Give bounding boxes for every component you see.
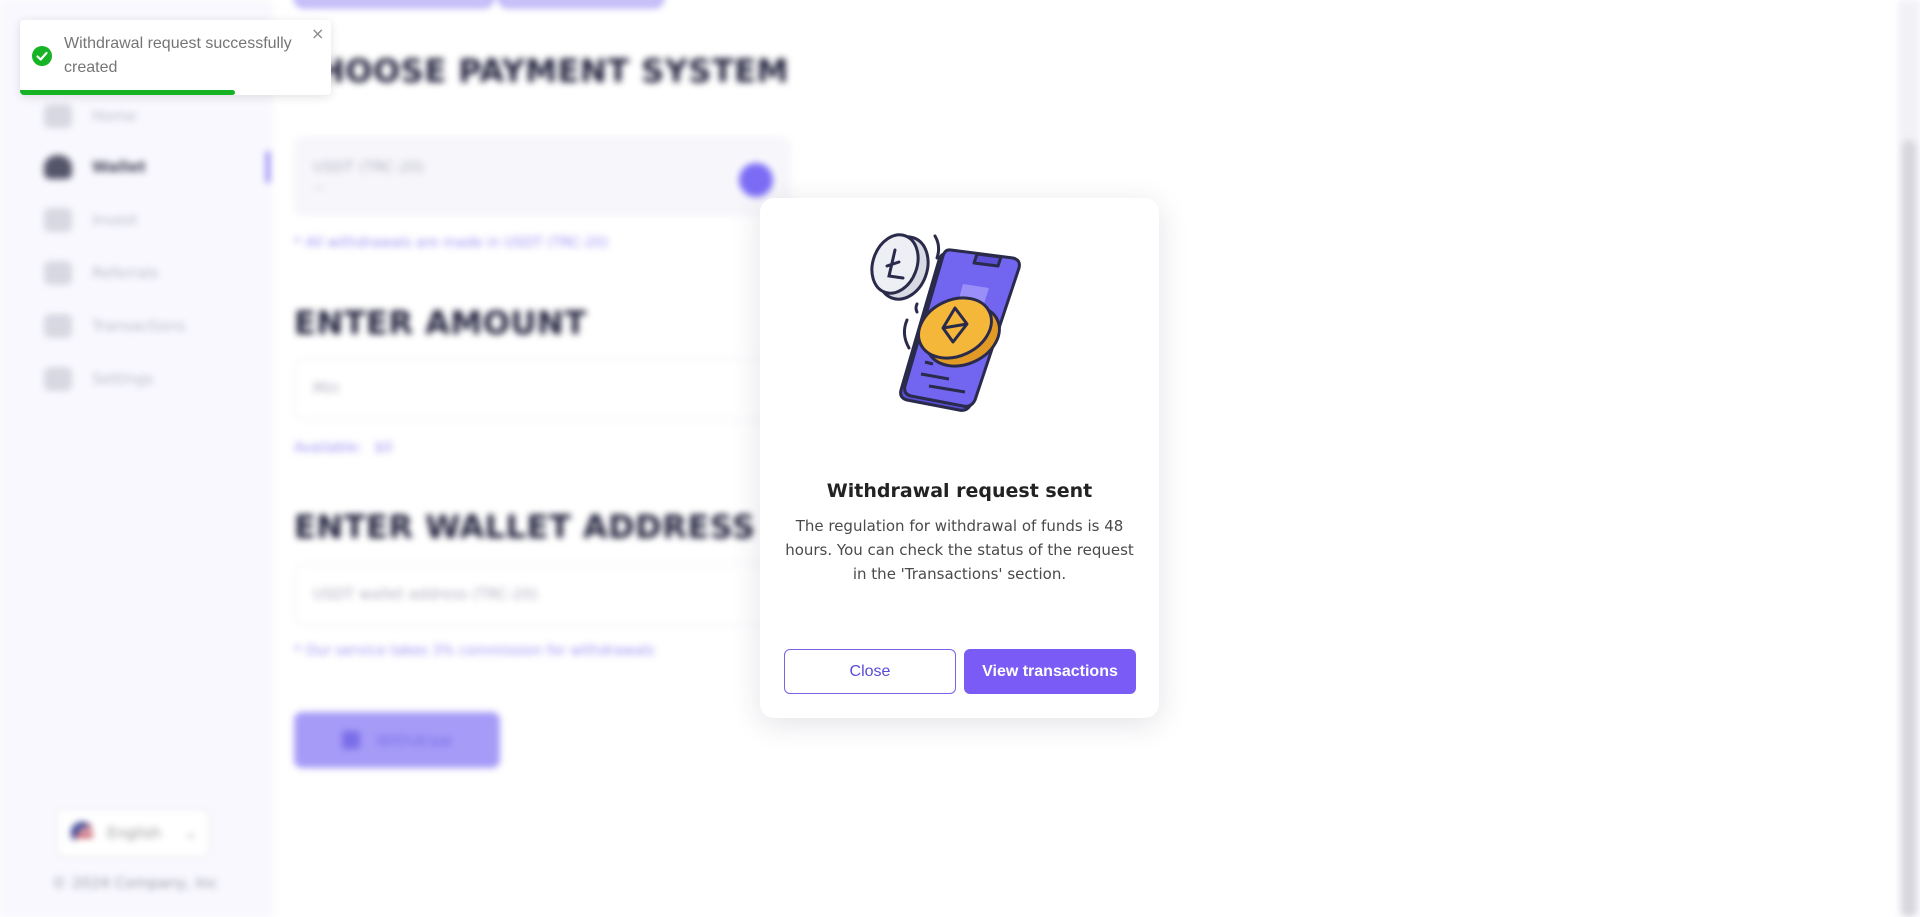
sidebar-item-home[interactable]: Home: [44, 104, 136, 128]
payment-selected: USDT (TRC-20): [313, 158, 425, 176]
withdrawal-sent-modal: Withdrawal request sent The regulation f…: [760, 198, 1159, 718]
sidebar-item-label: Transactions: [92, 317, 186, 335]
amount-title: ENTER AMOUNT: [294, 304, 587, 342]
sidebar-item-invest[interactable]: Invest: [44, 208, 138, 232]
wallet-address-input[interactable]: USDT wallet address (TRC-20): [294, 564, 790, 626]
sidebar: Home Wallet Invest Referrals Transaction…: [0, 0, 272, 917]
copyright: © 2024 Company, Inc: [52, 874, 218, 892]
withdraw-icon: [342, 731, 361, 749]
sidebar-item-settings[interactable]: Settings: [44, 367, 154, 391]
us-flag-icon: [71, 822, 93, 844]
usdt-icon: [739, 163, 773, 197]
withdraw-label: Withdraw: [376, 730, 452, 750]
active-indicator: [266, 151, 270, 183]
sidebar-item-transactions[interactable]: Transactions: [44, 314, 186, 338]
wallet-placeholder: USDT wallet address (TRC-20): [313, 585, 538, 603]
payment-title: CHOOSE PAYMENT SYSTEM: [294, 52, 789, 90]
amount-placeholder: Min: [313, 379, 340, 397]
commission-note: * Our service takes 3% commission for wi…: [294, 643, 655, 659]
close-button[interactable]: Close: [784, 649, 956, 694]
top-tab-button[interactable]: [498, 0, 664, 8]
check-circle-icon: [32, 46, 52, 66]
available-row: Available: $0: [294, 440, 392, 456]
modal-description: The regulation for withdrawal of funds i…: [785, 517, 1134, 583]
wallet-icon: [44, 155, 72, 179]
top-tab-button[interactable]: [294, 0, 494, 8]
invest-icon: [44, 208, 72, 232]
referrals-icon: [44, 261, 72, 285]
language-label: English: [107, 824, 162, 842]
settings-icon: [44, 367, 72, 391]
success-toast: Withdrawal request successfully created …: [20, 20, 331, 95]
transactions-icon: [44, 314, 72, 338]
payment-sub: —: [313, 180, 325, 194]
language-select[interactable]: English ⌄: [56, 808, 210, 858]
sidebar-item-label: Home: [92, 107, 137, 125]
toast-message: Withdrawal request successfully created: [64, 35, 292, 76]
amount-input[interactable]: Min: [294, 358, 790, 420]
scrollbar[interactable]: [1898, 0, 1920, 917]
available-value: $0: [374, 440, 393, 456]
toast-progress-bar: [20, 90, 235, 95]
sidebar-item-wallet[interactable]: Wallet: [44, 155, 146, 179]
phone-coins-illustration: [870, 233, 1021, 412]
modal-title: Withdrawal request sent: [826, 480, 1093, 502]
scrollbar-thumb[interactable]: [1902, 140, 1916, 917]
sidebar-item-label: Invest: [92, 211, 138, 229]
close-icon[interactable]: ×: [311, 26, 324, 42]
sidebar-item-label: Referrals: [92, 264, 159, 282]
sidebar-item-label: Wallet: [92, 158, 146, 176]
home-icon: [44, 104, 72, 128]
sidebar-item-referrals[interactable]: Referrals: [44, 261, 159, 285]
wallet-title: ENTER WALLET ADDRESS: [294, 508, 756, 546]
view-transactions-button[interactable]: View transactions: [964, 649, 1136, 694]
sidebar-item-label: Settings: [92, 370, 154, 388]
chevron-down-icon: ⌄: [184, 824, 197, 842]
payment-note: * All withdrawals are made in USDT (TRC-…: [294, 235, 609, 251]
payment-system-select[interactable]: USDT (TRC-20) —: [294, 137, 790, 215]
available-label: Available:: [294, 440, 363, 456]
withdraw-button[interactable]: Withdraw: [294, 712, 500, 768]
